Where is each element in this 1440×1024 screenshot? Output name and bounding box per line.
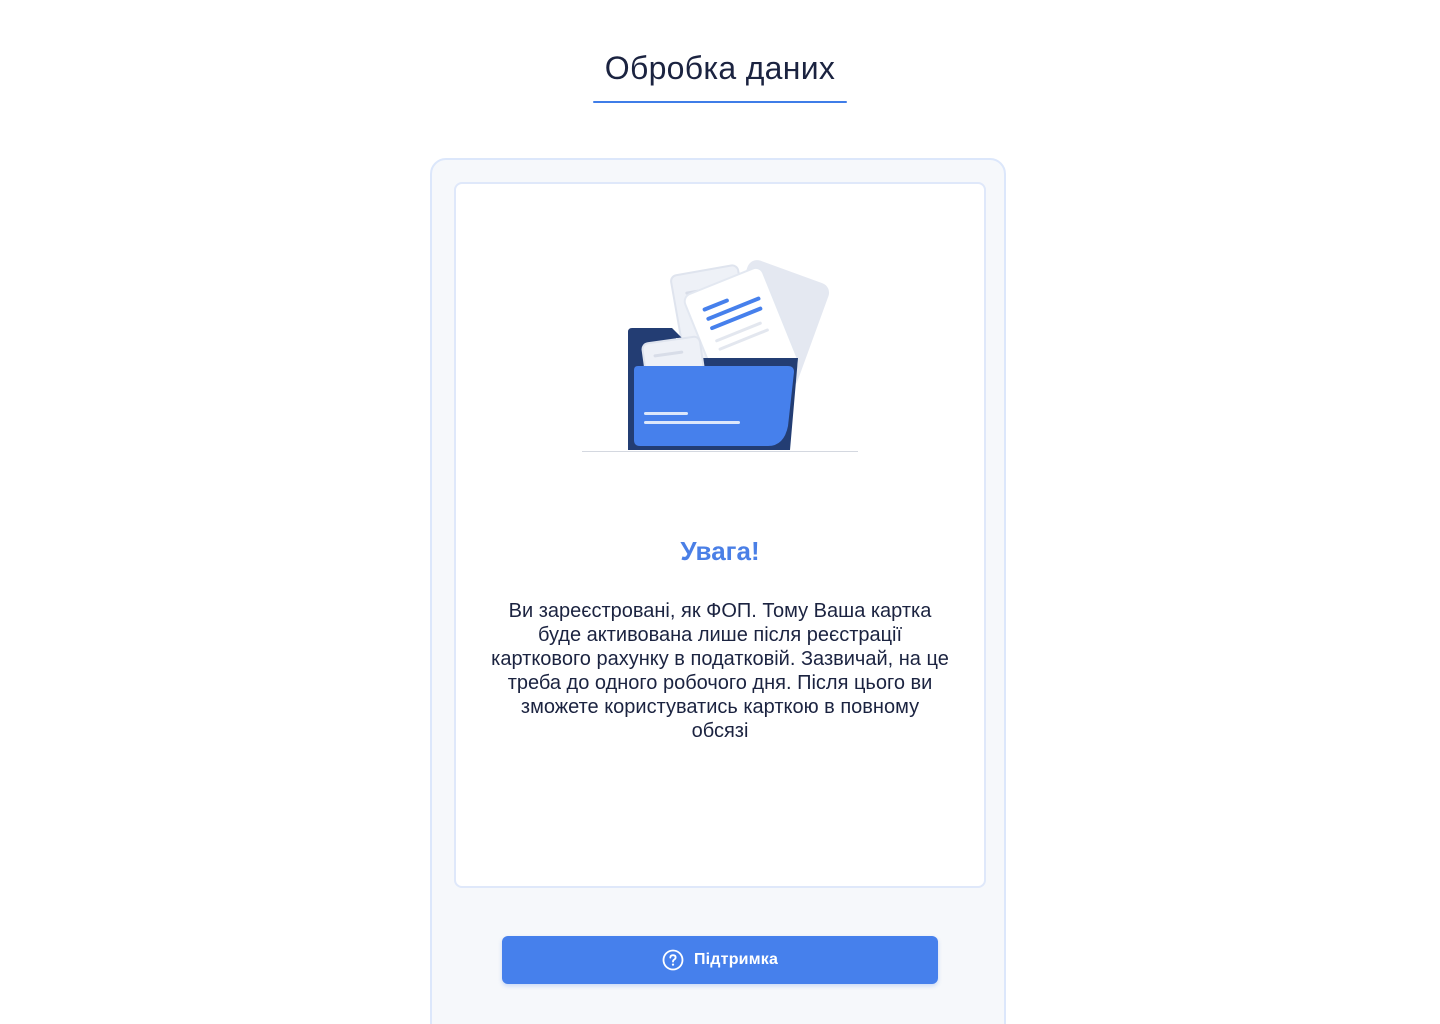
notice-text: Ви зареєстровані, як ФОП. Тому Ваша карт… [491, 600, 949, 742]
support-button-label: Підтримка [693, 951, 779, 968]
page: Обробка даних Увага! Ви зареєстровані, я… [0, 0, 1440, 1024]
support-button[interactable]: Підтримка [502, 936, 938, 984]
notice-title: Увага! [680, 536, 760, 566]
folder-documents-icon [582, 260, 858, 452]
title-underline [593, 101, 847, 103]
question-circle-icon [662, 949, 684, 971]
page-title: Обробка даних [604, 50, 836, 86]
